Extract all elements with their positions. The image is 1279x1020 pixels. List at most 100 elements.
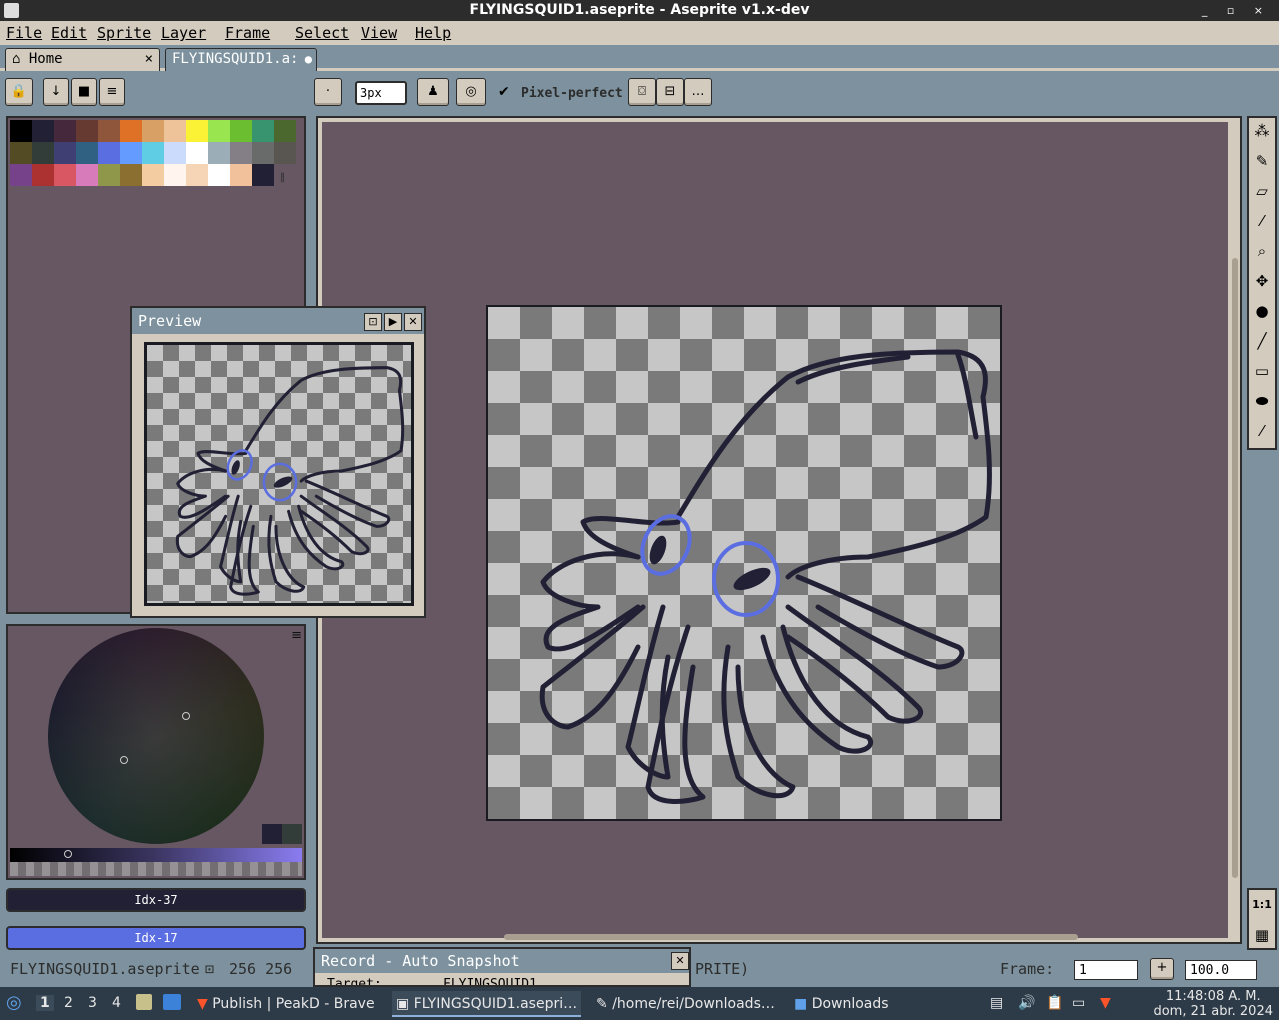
palette-swatch[interactable]: [10, 120, 32, 142]
clipboard-icon[interactable]: 📋: [1046, 995, 1063, 1011]
window-controls[interactable]: _ ▫ ×: [1202, 0, 1271, 21]
palette-swatch[interactable]: [98, 120, 120, 142]
palette-swatch[interactable]: [54, 164, 76, 186]
preview-canvas[interactable]: [142, 340, 416, 608]
wheel-marker-fg[interactable]: [182, 712, 190, 720]
record-close-icon[interactable]: ✕: [671, 952, 689, 970]
palette-swatch[interactable]: [54, 142, 76, 164]
preview-close-icon[interactable]: ✕: [404, 313, 422, 331]
record-titlebar[interactable]: Record - Auto Snapshot: [315, 949, 689, 973]
palette-swatch[interactable]: [76, 120, 98, 142]
rectangle-icon[interactable]: ▭: [1251, 358, 1273, 384]
palette-swatch[interactable]: [186, 142, 208, 164]
palette-swatch[interactable]: [32, 142, 54, 164]
ink-type-icon[interactable]: ♟: [417, 78, 449, 106]
taskbar-window-downloads[interactable]: ■ Downloads: [790, 991, 893, 1017]
wheel-options-icon[interactable]: ≡: [291, 628, 302, 643]
palette-swatch[interactable]: [164, 142, 186, 164]
tab-modified-dot-icon[interactable]: ●: [305, 49, 312, 70]
palette-swatch[interactable]: [186, 120, 208, 142]
move-down-icon[interactable]: ↓: [43, 78, 69, 106]
file-manager-icon[interactable]: [136, 994, 152, 1010]
dynamics-icon[interactable]: ⊟: [656, 78, 684, 106]
brush-size-input[interactable]: [355, 81, 407, 105]
menu-edit[interactable]: Edit: [51, 24, 87, 42]
workspace-3[interactable]: 3: [88, 995, 97, 1011]
palette-swatch[interactable]: [164, 164, 186, 186]
palette-swatch[interactable]: [54, 120, 76, 142]
magic-wand-icon[interactable]: ⁂: [1251, 118, 1273, 144]
foreground-color-bar[interactable]: Idx-37: [6, 888, 306, 912]
timeline-icon[interactable]: ▦: [1251, 922, 1273, 948]
volume-icon[interactable]: 🔊: [1018, 995, 1035, 1011]
palette-swatch[interactable]: [98, 164, 120, 186]
workspace-2[interactable]: 2: [64, 995, 73, 1011]
clock[interactable]: 11:48:08 A. M. dom, 21 abr. 2024: [1153, 989, 1273, 1019]
palette-swatch[interactable]: [274, 142, 296, 164]
square-icon[interactable]: ■: [71, 78, 97, 106]
palette-swatch[interactable]: [208, 120, 230, 142]
color-wheel[interactable]: [48, 628, 264, 844]
menu-layer[interactable]: Layer: [161, 24, 206, 42]
preview-play-icon[interactable]: ▶: [384, 313, 402, 331]
horizontal-scrollbar[interactable]: [504, 934, 1078, 940]
pixel-perfect-checkbox[interactable]: ✔: [498, 84, 510, 100]
pencil-icon[interactable]: ✎: [1251, 148, 1273, 174]
desktop-icon[interactable]: [163, 994, 181, 1010]
palette-swatch[interactable]: [186, 164, 208, 186]
palette-swatch[interactable]: [164, 120, 186, 142]
vertical-scrollbar[interactable]: [1232, 258, 1238, 878]
menu-select[interactable]: Select: [295, 24, 349, 42]
opacity-icon[interactable]: ◎: [456, 78, 486, 106]
zoom-icon[interactable]: ⌕: [1251, 238, 1273, 264]
palette-swatch[interactable]: [120, 142, 142, 164]
move-icon[interactable]: ✥: [1251, 268, 1273, 294]
taskbar-window-brave[interactable]: ▼ Publish | PeakD - Brave: [193, 991, 379, 1017]
menu-file[interactable]: File: [6, 24, 42, 42]
menu-view[interactable]: View: [361, 24, 397, 42]
brush-type-icon[interactable]: ·: [314, 78, 342, 106]
palette-swatch[interactable]: [76, 164, 98, 186]
palette-swatch[interactable]: [252, 164, 274, 186]
menu-help[interactable]: Help: [415, 24, 451, 42]
palette-swatch[interactable]: [98, 142, 120, 164]
ramp-marker[interactable]: [64, 850, 72, 858]
palette-swatch[interactable]: [120, 120, 142, 142]
tab-flyingsquid[interactable]: FLYINGSQUID1.a: ●: [165, 48, 317, 71]
start-menu-icon[interactable]: ◎: [6, 992, 22, 1013]
tab-home-close-icon[interactable]: ×: [145, 49, 153, 70]
brave-tray-icon[interactable]: ▼: [1100, 995, 1111, 1011]
palette-swatch[interactable]: [208, 142, 230, 164]
taskbar-window-aseprite[interactable]: ▣ FLYINGSQUID1.asepri…: [392, 991, 582, 1017]
network-icon[interactable]: ▤: [990, 995, 1003, 1011]
zoom-input[interactable]: [1185, 960, 1257, 980]
line-icon[interactable]: ╱: [1251, 328, 1273, 354]
wheel-marker-bg[interactable]: [120, 756, 128, 764]
more-options-icon[interactable]: …: [684, 78, 712, 106]
palette-swatch[interactable]: [252, 142, 274, 164]
tab-home[interactable]: ⌂ Home ×: [5, 48, 160, 71]
palette-swatch[interactable]: [230, 164, 252, 186]
palette-swatch[interactable]: [142, 164, 164, 186]
palette-swatch[interactable]: [274, 120, 296, 142]
palette-swatch[interactable]: [208, 164, 230, 186]
menu-sprite[interactable]: Sprite: [97, 24, 151, 42]
palette-swatch[interactable]: [32, 120, 54, 142]
palette-swatch[interactable]: [120, 164, 142, 186]
palette-swatch[interactable]: [76, 142, 98, 164]
background-color-bar[interactable]: Idx-17: [6, 926, 306, 950]
menu-frame[interactable]: Frame: [225, 24, 270, 42]
screen-icon[interactable]: ▭: [1072, 995, 1085, 1011]
palette-swatch[interactable]: [230, 120, 252, 142]
sprite-canvas[interactable]: [486, 305, 1002, 821]
eraser-icon[interactable]: ▱: [1251, 178, 1273, 204]
symmetry-icon[interactable]: ⌼: [628, 78, 656, 106]
blur-icon[interactable]: ⁄: [1251, 418, 1273, 444]
palette-swatch[interactable]: [142, 120, 164, 142]
workspace-4[interactable]: 4: [112, 995, 121, 1011]
lock-icon[interactable]: 🔒: [5, 78, 33, 106]
eyedropper-icon[interactable]: ⁄: [1251, 208, 1273, 234]
add-frame-icon[interactable]: +: [1150, 958, 1174, 980]
paint-bucket-icon[interactable]: ●: [1251, 298, 1273, 324]
palette-swatch[interactable]: [142, 142, 164, 164]
